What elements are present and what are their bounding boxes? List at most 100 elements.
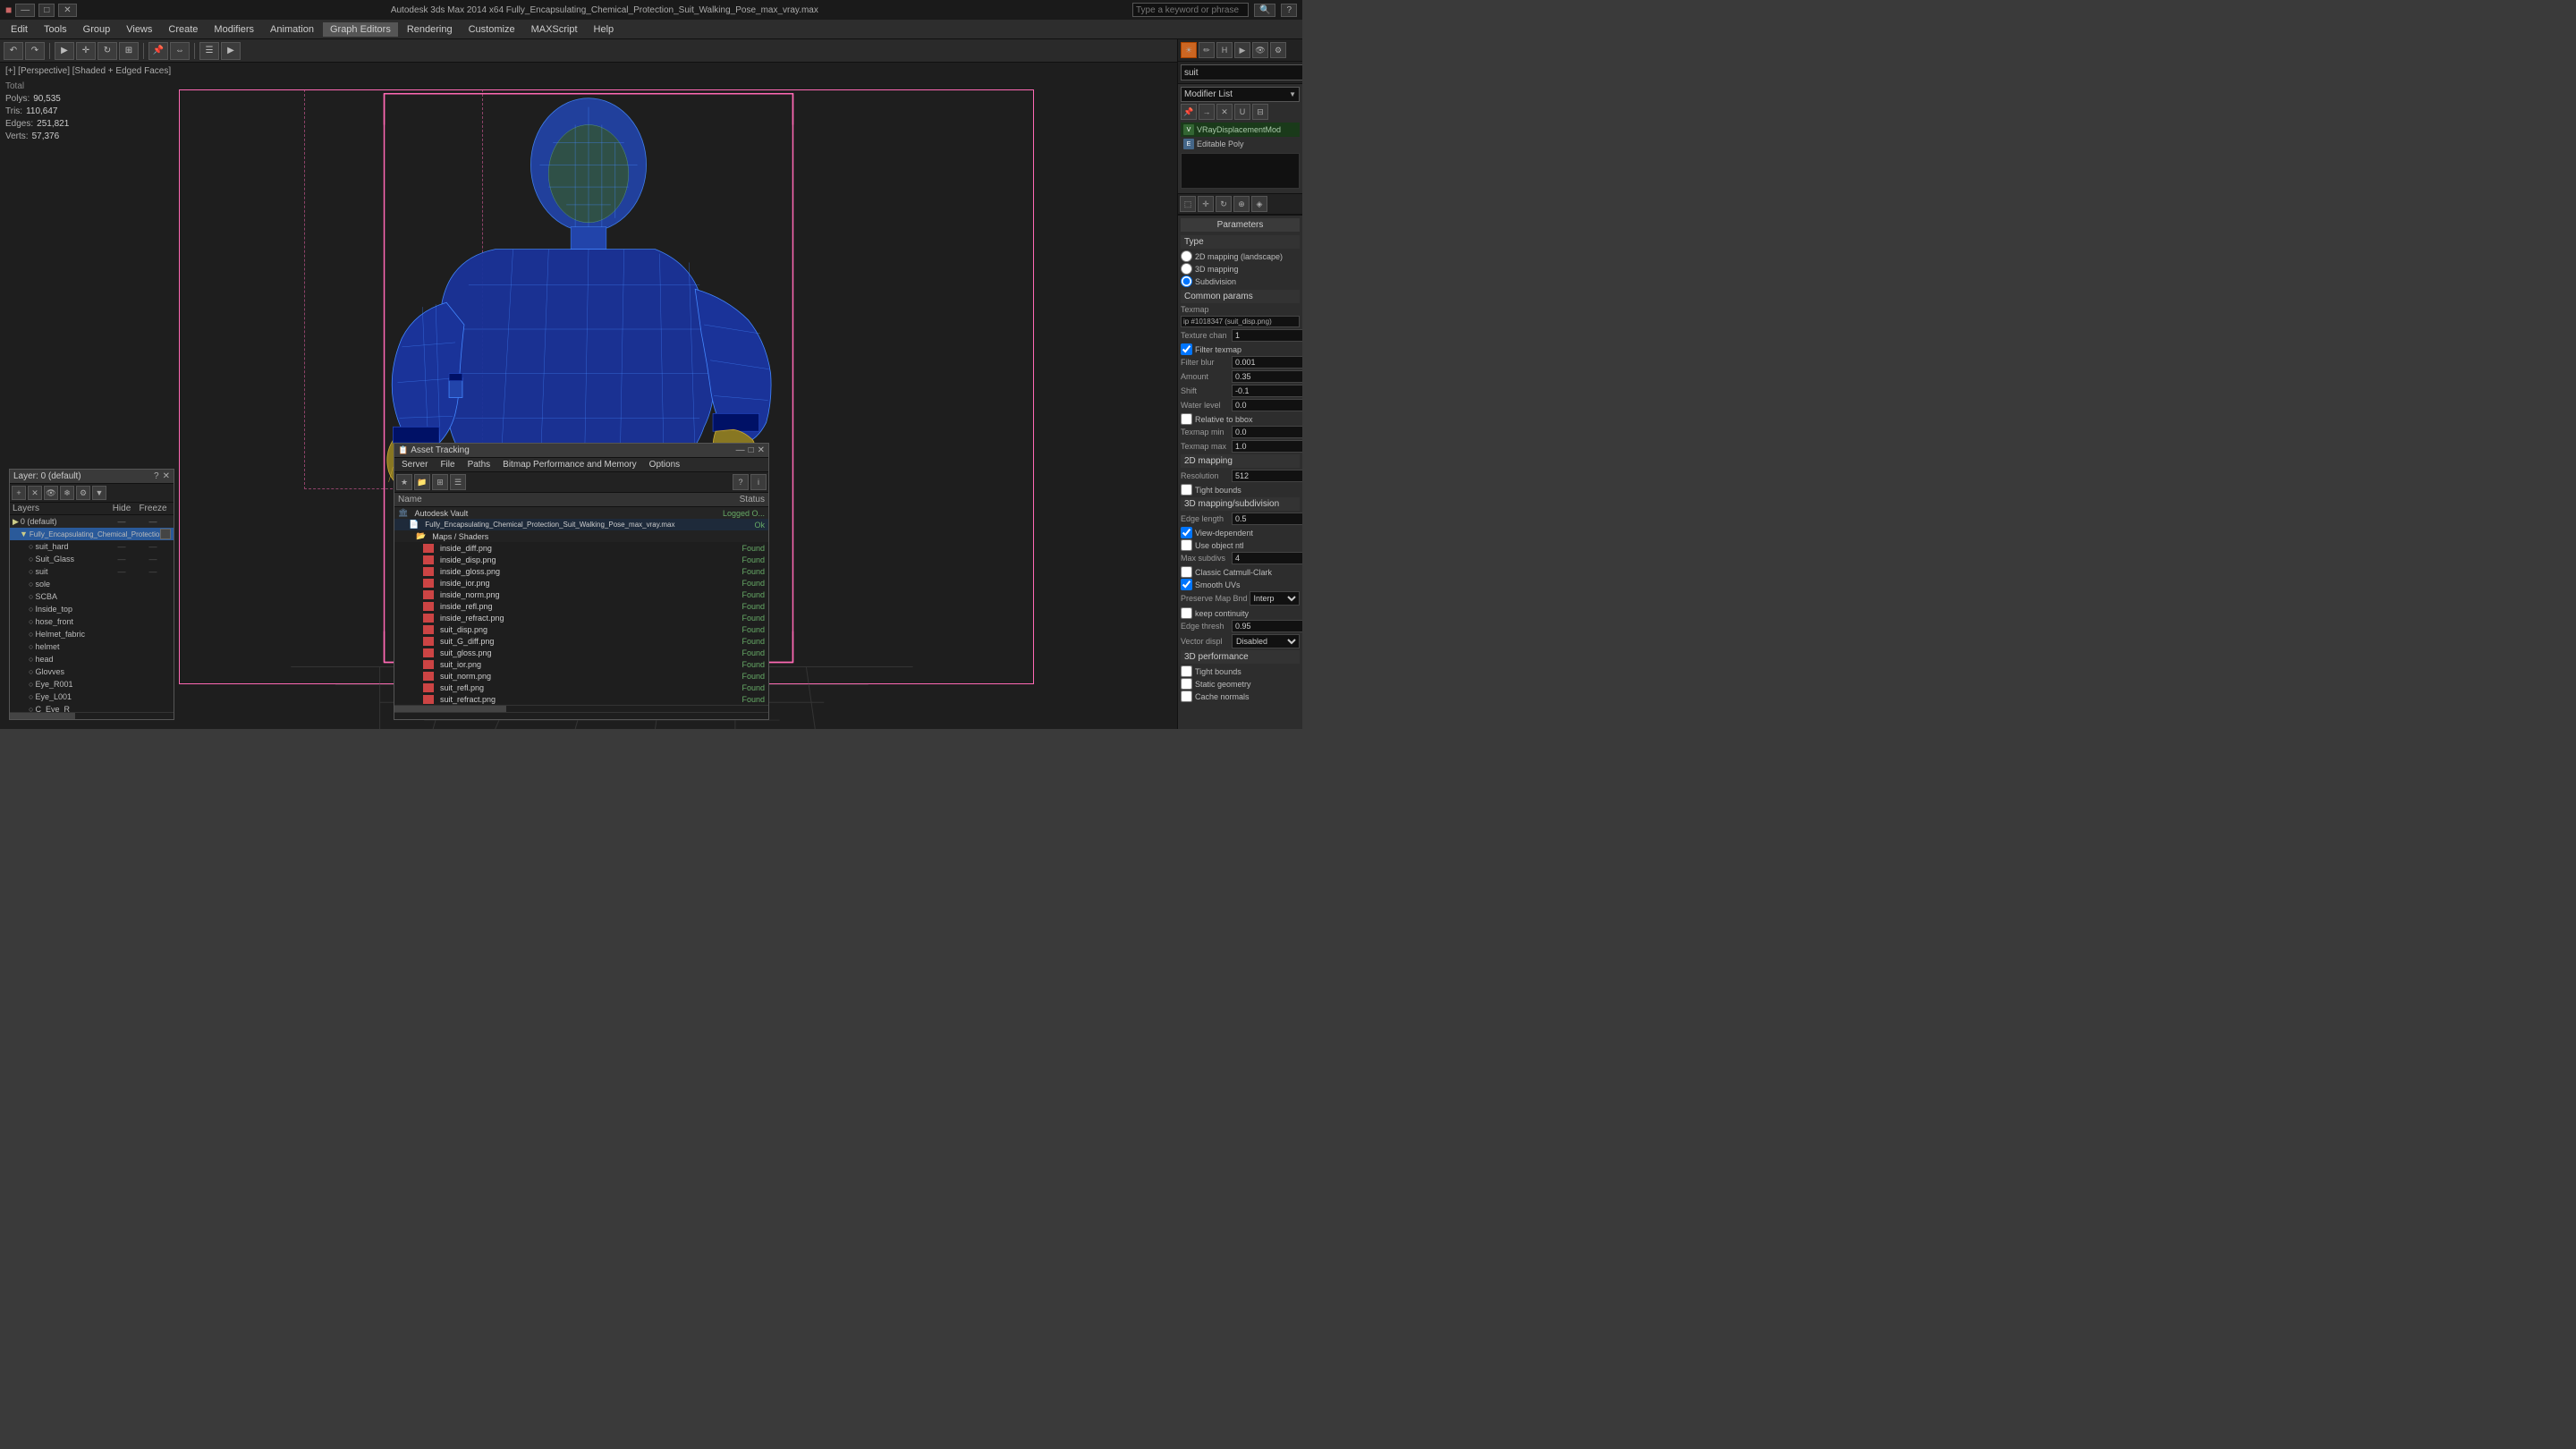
- layer-item-helmet-fabric[interactable]: ○ Helmet_fabric: [10, 628, 174, 640]
- make-unique-btn[interactable]: U: [1234, 104, 1250, 120]
- asset-item-inside-ior[interactable]: inside_ior.png Found: [394, 577, 768, 589]
- maximize-button[interactable]: □: [38, 4, 55, 17]
- layer-item-c-eye-r[interactable]: ○ C_Eye_R: [10, 703, 174, 712]
- expand-btn[interactable]: ▼: [92, 486, 106, 500]
- menu-tools[interactable]: Tools: [37, 22, 74, 37]
- classic-cr-check[interactable]: [1181, 566, 1192, 578]
- menu-graph-editors[interactable]: Graph Editors: [323, 22, 398, 37]
- snaps-btn[interactable]: 📌: [148, 42, 168, 60]
- asset-minimize-btn[interactable]: —: [736, 445, 745, 455]
- menu-views[interactable]: Views: [119, 22, 159, 37]
- layers-scrollbar[interactable]: [10, 712, 174, 719]
- tight-bounds-row-1[interactable]: Tight bounds: [1181, 484, 1300, 496]
- asset-close-btn[interactable]: ✕: [758, 445, 765, 455]
- asset-menu-bitmap[interactable]: Bitmap Performance and Memory: [497, 459, 642, 470]
- delete-layer-btn[interactable]: ✕: [28, 486, 42, 500]
- keep-continuity-check[interactable]: [1181, 607, 1192, 619]
- asset-menu-server[interactable]: Server: [396, 459, 433, 470]
- rp-select-icon[interactable]: ⬚: [1180, 196, 1196, 212]
- rp-icon-utilities[interactable]: ⚙: [1270, 42, 1286, 58]
- menu-modifiers[interactable]: Modifiers: [207, 22, 261, 37]
- menu-maxscript[interactable]: MAXScript: [524, 22, 585, 37]
- texmap-max-input[interactable]: [1232, 440, 1302, 453]
- menu-edit[interactable]: Edit: [4, 22, 35, 37]
- asset-item-inside-norm[interactable]: inside_norm.png Found: [394, 589, 768, 600]
- static-geometry-row[interactable]: Static geometry: [1181, 678, 1300, 690]
- asset-menu-options[interactable]: Options: [644, 459, 685, 470]
- rp-icon-sun[interactable]: ☀: [1181, 42, 1197, 58]
- stack-select-btn[interactable]: →: [1199, 104, 1215, 120]
- layers-help-btn[interactable]: ?: [154, 471, 159, 481]
- static-geometry-check[interactable]: [1181, 678, 1192, 690]
- max-subdivs-input[interactable]: [1232, 552, 1302, 564]
- edge-length-input[interactable]: [1232, 513, 1302, 525]
- global-search-input[interactable]: [1132, 3, 1249, 17]
- asset-item-suit-norm[interactable]: suit_norm.png Found: [394, 670, 768, 682]
- remove-mod-btn[interactable]: ✕: [1216, 104, 1233, 120]
- amount-input[interactable]: [1232, 370, 1302, 383]
- edge-thresh-input[interactable]: [1232, 620, 1302, 632]
- radio-subdivision[interactable]: Subdivision: [1181, 275, 1300, 287]
- layer-item-suit-hard[interactable]: ○ suit_hard — —: [10, 540, 174, 553]
- asset-restore-btn[interactable]: □: [749, 445, 754, 455]
- menu-help[interactable]: Help: [587, 22, 622, 37]
- rp-icon-display[interactable]: 👁: [1252, 42, 1268, 58]
- modifier-list-dropdown[interactable]: Modifier List ▼: [1181, 87, 1300, 102]
- use-object-ntl-row[interactable]: Use object ntl: [1181, 539, 1300, 551]
- cache-normals-check[interactable]: [1181, 691, 1192, 702]
- water-level-input[interactable]: [1232, 399, 1302, 411]
- asset-item-inside-gloss[interactable]: inside_gloss.png Found: [394, 565, 768, 577]
- asset-item-inside-disp[interactable]: inside_disp.png Found: [394, 554, 768, 565]
- filter-texmap-row[interactable]: Filter texmap: [1181, 343, 1300, 355]
- asset-item-suit-g-diff[interactable]: suit_G_diff.png Found: [394, 635, 768, 647]
- asset-item-suit-gloss[interactable]: suit_gloss.png Found: [394, 647, 768, 658]
- menu-rendering[interactable]: Rendering: [400, 22, 460, 37]
- freeze-all-btn[interactable]: ❄: [60, 486, 74, 500]
- viewport-wrapper[interactable]: ↶ ↷ ▶ ✛ ↻ ⊞ 📌 ⇔ ☰ ▶ [+] [Perspective] [S…: [0, 39, 1177, 729]
- layer-item-hose[interactable]: ○ hose_front: [10, 615, 174, 628]
- view-dependent-row[interactable]: View-dependent: [1181, 527, 1300, 538]
- asset-item-suit-ior[interactable]: suit_ior.png Found: [394, 658, 768, 670]
- rel-bbox-check[interactable]: [1181, 413, 1192, 425]
- asset-item-inside-refract[interactable]: inside_refract.png Found: [394, 612, 768, 623]
- rp-icon-motion[interactable]: ▶: [1234, 42, 1250, 58]
- layer-item-eye-r001[interactable]: ○ Eye_R001: [10, 678, 174, 691]
- radio-3d-mapping[interactable]: 3D mapping: [1181, 263, 1300, 275]
- filter-blur-input[interactable]: [1232, 356, 1302, 369]
- layer-item-gloves[interactable]: ○ Glovves: [10, 665, 174, 678]
- undo-btn[interactable]: ↶: [4, 42, 23, 60]
- rel-bbox-row[interactable]: Relative to bbox: [1181, 413, 1300, 425]
- radio-subdivision-input[interactable]: [1181, 275, 1192, 287]
- layer-item-eye-l001[interactable]: ○ Eye_L001: [10, 691, 174, 703]
- tight-bounds-row-2[interactable]: Tight bounds: [1181, 665, 1300, 677]
- asset-folder-maps[interactable]: 📂 Maps / Shaders: [394, 530, 768, 542]
- select-btn[interactable]: ▶: [55, 42, 74, 60]
- use-object-ntl-check[interactable]: [1181, 539, 1192, 551]
- radio-3d-mapping-input[interactable]: [1181, 263, 1192, 275]
- preserve-map-bnd-select[interactable]: Interp: [1250, 591, 1300, 606]
- rp-icon-modify[interactable]: ✏: [1199, 42, 1215, 58]
- new-layer-btn[interactable]: +: [12, 486, 26, 500]
- radio-2d-mapping[interactable]: 2D mapping (landscape): [1181, 250, 1300, 262]
- asset-item-suit-refract[interactable]: suit_refract.png Found: [394, 693, 768, 705]
- keep-continuity-row[interactable]: keep continuity: [1181, 607, 1300, 619]
- layer-mgr-btn[interactable]: ☰: [199, 42, 219, 60]
- rp-rotate-icon[interactable]: ↻: [1216, 196, 1232, 212]
- classic-cr-row[interactable]: Classic Catmull-Clark: [1181, 566, 1300, 578]
- rp-move-icon[interactable]: ✛: [1198, 196, 1214, 212]
- smooth-uv-row[interactable]: Smooth UVs: [1181, 579, 1300, 590]
- radio-2d-mapping-input[interactable]: [1181, 250, 1192, 262]
- resolution-input[interactable]: [1232, 470, 1302, 482]
- hide-all-btn[interactable]: 👁: [44, 486, 58, 500]
- menu-group[interactable]: Group: [76, 22, 118, 37]
- asset-group-vault[interactable]: 🏛 Autodesk Vault Logged O...: [394, 507, 768, 519]
- asset-highlight-btn[interactable]: ★: [396, 474, 412, 490]
- layer-props-btn[interactable]: ⚙: [76, 486, 90, 500]
- asset-item-suit-disp[interactable]: suit_disp.png Found: [394, 623, 768, 635]
- collapse-all-btn[interactable]: ⊟: [1252, 104, 1268, 120]
- rp-extra-icon[interactable]: ◈: [1251, 196, 1267, 212]
- asset-table-btn[interactable]: ☰: [450, 474, 466, 490]
- texmap-min-input[interactable]: [1232, 426, 1302, 438]
- pin-stack-btn[interactable]: 📌: [1181, 104, 1197, 120]
- redo-btn[interactable]: ↷: [25, 42, 45, 60]
